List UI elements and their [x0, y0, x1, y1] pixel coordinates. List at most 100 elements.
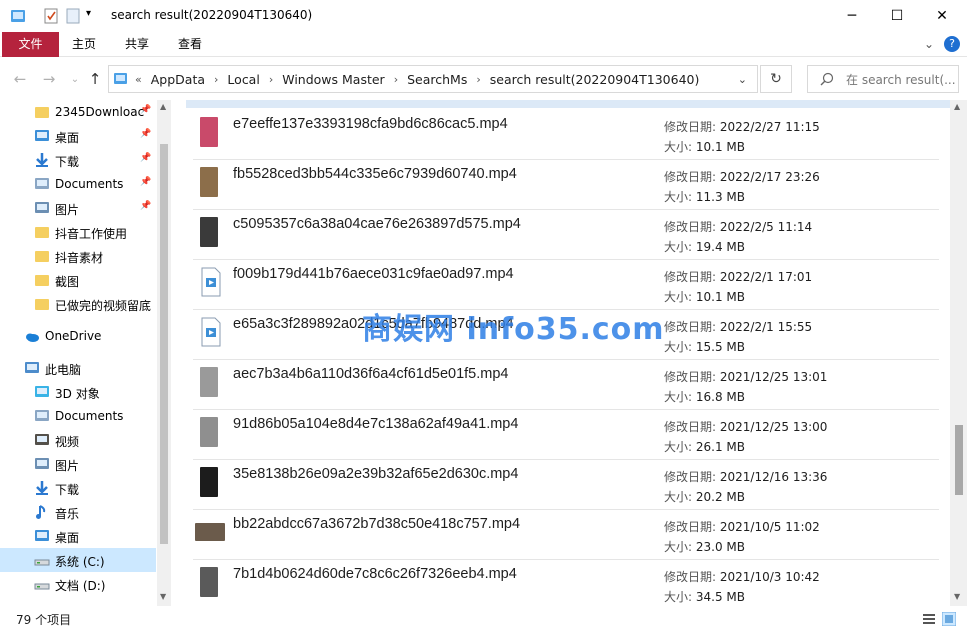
modified-label: 修改日期: [664, 270, 717, 284]
tab-home[interactable]: 主页 [60, 32, 108, 57]
maximize-button[interactable]: ☐ [874, 0, 920, 32]
file-row[interactable]: 91d86b05a104e8d4e7c138a62af49a41.mp4 修改日期… [193, 410, 939, 460]
nav-item-label: Documents [55, 409, 124, 423]
tab-view[interactable]: 查看 [166, 32, 214, 57]
nav-item[interactable]: 抖音素材 [0, 244, 156, 268]
nav-item[interactable]: 系统 (C:) [0, 548, 156, 572]
expand-ribbon-icon[interactable]: ⌄ [924, 37, 934, 51]
nav-item[interactable]: 文档 (D:) [0, 572, 156, 596]
file-list-scrollbar[interactable]: ▲ ▼ [950, 100, 967, 606]
nav-item[interactable]: 此电脑 [0, 356, 156, 380]
file-name: c5095357c6a38a04cae76e263897d575.mp4 [233, 216, 521, 232]
breadcrumb-searchms[interactable]: SearchMs [407, 72, 467, 87]
nav-pane-scrollbar[interactable]: ▲ ▼ [157, 100, 171, 606]
pictures-icon [34, 200, 50, 216]
file-row[interactable]: e7eeffe137e3393198cfa9bd6c86cac5.mp4 修改日期… [193, 110, 939, 160]
tab-file[interactable]: 文件 [2, 32, 59, 57]
overflow-chevron-icon[interactable]: « [135, 73, 142, 86]
recent-locations-dropdown-icon[interactable]: ⌄ [64, 68, 86, 90]
file-row[interactable]: c5095357c6a38a04cae76e263897d575.mp4 修改日期… [193, 210, 939, 260]
details-view-icon[interactable] [922, 612, 936, 626]
modified-value: 2021/12/25 13:00 [719, 420, 828, 434]
ribbon-tabs: 文件 主页 共享 查看 ⌄ ? [0, 32, 967, 57]
back-arrow-icon[interactable]: ← [9, 68, 31, 90]
file-row[interactable]: f009b179d441b76aece031c9fae0ad97.mp4 修改日期… [193, 260, 939, 310]
file-row[interactable]: 7b1d4b0624d60de7c8c6c26f7326eeb4.mp4 修改日期… [193, 560, 939, 606]
nav-item-label: 抖音素材 [55, 251, 104, 265]
file-size: 大小: 23.0 MB [664, 538, 745, 555]
address-dropdown-icon[interactable]: ⌄ [738, 73, 747, 86]
refresh-button[interactable]: ↻ [760, 65, 792, 93]
video-thumbnail [200, 417, 218, 447]
scroll-up-icon[interactable]: ▲ [160, 102, 166, 111]
scroll-up-icon[interactable]: ▲ [954, 102, 960, 111]
forward-arrow-icon[interactable]: → [38, 68, 60, 90]
help-icon[interactable]: ? [944, 36, 960, 52]
tab-share[interactable]: 共享 [113, 32, 161, 57]
chevron-right-icon[interactable]: › [269, 73, 273, 86]
nav-item[interactable]: 截图 [0, 268, 156, 292]
breadcrumb-windows-master[interactable]: Windows Master [282, 72, 384, 87]
breadcrumb-search-result[interactable]: search result(20220904T130640) [490, 72, 700, 87]
large-icons-view-icon[interactable] [942, 612, 956, 626]
nav-item[interactable]: 下载 [0, 476, 156, 500]
nav-item[interactable]: 图片 📌 [0, 196, 156, 220]
nav-pane-scroll-thumb[interactable] [160, 144, 168, 544]
video-thumbnail [200, 567, 218, 597]
nav-item[interactable]: 抖音工作使用 [0, 220, 156, 244]
nav-item[interactable]: 已做完的视频留底 [0, 292, 156, 316]
modified-value: 2022/2/1 17:01 [719, 270, 813, 284]
nav-item[interactable]: 视频 [0, 428, 156, 452]
nav-item[interactable]: Documents [0, 404, 156, 428]
modified-date: 修改日期: 2022/2/27 11:15 [664, 118, 820, 135]
nav-item[interactable]: 2345Downloac 📌 [0, 100, 156, 124]
nav-item[interactable]: Documents 📌 [0, 172, 156, 196]
chevron-right-icon[interactable]: › [476, 73, 480, 86]
nav-item[interactable]: 桌面 [0, 524, 156, 548]
chevron-right-icon[interactable]: › [394, 73, 398, 86]
file-row[interactable]: fb5528ced3bb544c335e6c7939d60740.mp4 修改日期… [193, 160, 939, 210]
properties-icon[interactable] [43, 7, 59, 25]
nav-item[interactable]: 音乐 [0, 500, 156, 524]
size-label: 大小: [664, 240, 693, 254]
modified-date: 修改日期: 2021/10/3 10:42 [664, 568, 820, 585]
search-box[interactable]: 在 search result(... [807, 65, 959, 93]
quick-access-dropdown-icon[interactable]: ▾ [86, 8, 91, 19]
nav-item[interactable]: 图片 [0, 452, 156, 476]
size-value: 10.1 MB [695, 290, 745, 304]
file-list-scroll-thumb[interactable] [955, 425, 963, 495]
explorer-app-icon[interactable] [9, 7, 27, 25]
close-button[interactable]: ✕ [919, 0, 965, 32]
nav-item[interactable]: OneDrive [0, 324, 156, 348]
cloud-icon [24, 328, 40, 344]
breadcrumb-local[interactable]: Local [227, 72, 259, 87]
file-row[interactable]: 35e8138b26e09a2e39b32af65e2d630c.mp4 修改日期… [193, 460, 939, 510]
minimize-button[interactable]: ─ [829, 0, 875, 32]
file-name: fb5528ced3bb544c335e6c7939d60740.mp4 [233, 166, 517, 182]
file-row[interactable]: aec7b3a4b6a110d36f6a4cf61d5e01f5.mp4 修改日期… [193, 360, 939, 410]
video-thumbnail [200, 217, 218, 247]
pictures-icon [34, 456, 50, 472]
chevron-right-icon[interactable]: › [214, 73, 218, 86]
size-value: 34.5 MB [695, 590, 745, 604]
nav-item-label: 此电脑 [45, 363, 82, 377]
size-value: 20.2 MB [695, 490, 745, 504]
new-folder-icon[interactable] [65, 7, 81, 25]
modified-date: 修改日期: 2021/12/25 13:00 [664, 418, 827, 435]
size-value: 10.1 MB [695, 140, 745, 154]
modified-label: 修改日期: [664, 220, 717, 234]
nav-item[interactable]: 下载 📌 [0, 148, 156, 172]
scroll-down-icon[interactable]: ▼ [160, 592, 166, 601]
size-label: 大小: [664, 440, 693, 454]
folder-icon [34, 248, 50, 264]
nav-item[interactable]: 3D 对象 [0, 380, 156, 404]
nav-item[interactable]: 桌面 📌 [0, 124, 156, 148]
address-bar[interactable]: « AppData › Local › Windows Master › Sea… [108, 65, 758, 93]
pin-icon: 📌 [140, 129, 152, 139]
videos-icon [34, 432, 50, 448]
up-arrow-icon[interactable]: ↑ [84, 68, 106, 90]
scroll-down-icon[interactable]: ▼ [954, 592, 960, 601]
file-row[interactable]: bb22abdcc67a3672b7d38c50e418c757.mp4 修改日期… [193, 510, 939, 560]
breadcrumb-appdata[interactable]: AppData [151, 72, 205, 87]
file-size: 大小: 11.3 MB [664, 188, 745, 205]
